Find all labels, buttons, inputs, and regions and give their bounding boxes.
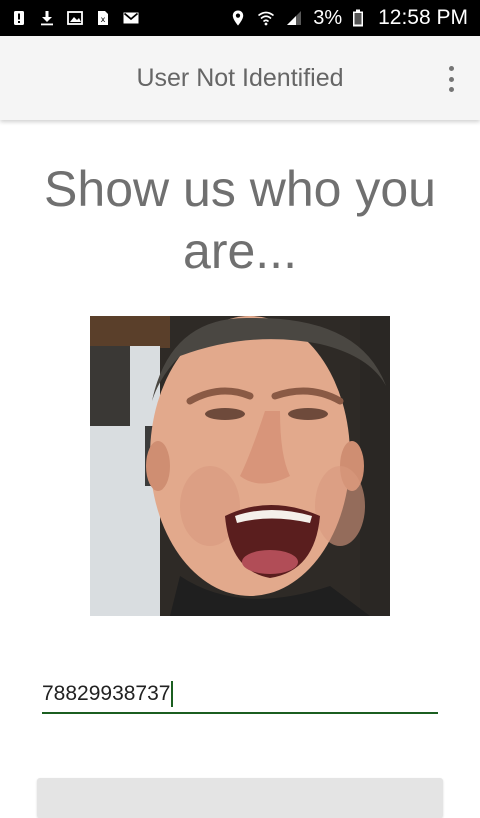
signal-icon (285, 9, 303, 27)
user-id-field[interactable]: 78829938737 (42, 674, 438, 714)
image-icon (66, 9, 84, 27)
app-bar: User Not Identified (0, 36, 480, 120)
face-photo-image (90, 316, 390, 616)
location-icon (229, 9, 247, 27)
clock: 12:58 PM (378, 6, 468, 29)
headline-line-1: Show us who you (44, 161, 436, 217)
face-photo (90, 316, 390, 616)
battery-icon (352, 9, 364, 27)
status-left-icons: x (10, 9, 140, 27)
user-id-value: 78829938737 (42, 682, 171, 705)
app-bar-title: User Not Identified (136, 63, 344, 92)
download-icon (38, 9, 56, 27)
more-vert-icon[interactable] (440, 64, 462, 94)
svg-text:x: x (101, 15, 106, 24)
status-bar: x 3% 12:58 PM (0, 0, 480, 36)
headline-line-2: are... (183, 223, 297, 279)
alert-icon (10, 9, 28, 27)
wifi-icon (257, 9, 275, 27)
battery-percentage: 3% (313, 7, 343, 29)
submit-button[interactable] (37, 778, 443, 818)
text-cursor (171, 680, 174, 707)
status-right-icons: 3% 12:58 PM (229, 6, 468, 30)
page-headline: Show us who you are... (0, 158, 480, 282)
sim-card-icon: x (94, 9, 112, 27)
gmail-icon (122, 9, 140, 27)
